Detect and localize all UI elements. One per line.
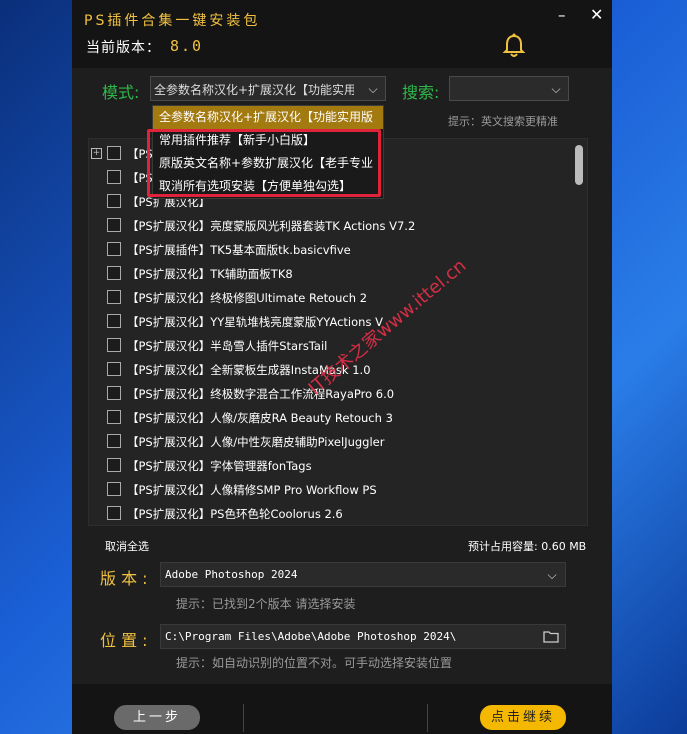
space-estimate: 预计占用容量: 0.60 MB — [468, 540, 587, 553]
checkbox[interactable] — [107, 458, 121, 472]
chevron-down-icon[interactable]: ⌵ — [543, 566, 561, 584]
folder-icon[interactable] — [543, 630, 559, 643]
divider — [243, 704, 244, 732]
checkbox[interactable] — [107, 218, 121, 232]
location-label: 位 置 : — [100, 631, 148, 650]
list-item-label: 【PS扩展插件】TK5基本面版tk.basicvfive — [127, 243, 351, 257]
list-item-label: 【PS扩展汉化】亮度蒙版风光利器套装TK Actions V7.2 — [127, 219, 416, 233]
search-input[interactable]: ⌵ — [449, 76, 569, 101]
edition-value: Adobe Photoshop 2024 — [165, 568, 298, 581]
search-label: 搜索: — [402, 83, 440, 102]
list-item[interactable]: 【PS扩展汉化】半岛雪人插件StarsTail — [89, 335, 569, 359]
list-item[interactable]: 【PS扩展汉化】全新蒙板生成器InstaMask 1.0 — [89, 359, 569, 383]
mode-option[interactable]: 常用插件推荐【新手小白版】 — [153, 129, 383, 152]
list-item-label: 【PS扩展汉化】全新蒙板生成器InstaMask 1.0 — [127, 363, 371, 377]
checkbox[interactable] — [107, 506, 121, 520]
location-value: C:\Program Files\Adobe\Adobe Photoshop 2… — [165, 630, 457, 643]
list-item-label: 【PS扩展汉化】字体管理器fonTags — [127, 459, 312, 473]
list-item-label: 【PS扩展汉化】终极数字混合工作流程RayaPro 6.0 — [127, 387, 395, 401]
list-item-label: 【PS扩展汉化】人像/灰磨皮RA Beauty Retouch 3 — [127, 411, 393, 425]
list-item[interactable]: 【PS扩展插件】TK5基本面版tk.basicvfive — [89, 239, 569, 263]
list-item-label: 【PS扩展汉化】终极修图Ultimate Retouch 2 — [127, 291, 368, 305]
mode-dropdown-menu[interactable]: 全参数名称汉化+扩展汉化【功能实用版 常用插件推荐【新手小白版】 原版英文名称+… — [152, 105, 384, 199]
edition-label: 版 本 : — [100, 569, 148, 588]
checkbox[interactable] — [107, 482, 121, 496]
checkbox[interactable] — [107, 314, 121, 328]
list-item-label: 【PS扩展汉化】TK辅助面板TK8 — [127, 267, 293, 281]
list-item[interactable]: 【PS扩展汉化】PS色环色轮Coolorus 2.6 — [89, 503, 569, 525]
chevron-down-icon[interactable]: ⌵ — [547, 80, 565, 98]
app-title: PS插件合集一键安装包 — [84, 13, 261, 29]
version-label: 当前版本： — [86, 40, 161, 56]
version-number: 8.0 — [170, 37, 204, 55]
divider — [427, 704, 428, 732]
close-button[interactable]: ✕ — [590, 5, 603, 24]
checkbox[interactable] — [107, 386, 121, 400]
checkbox[interactable] — [107, 362, 121, 376]
mode-select[interactable]: 全参数名称汉化+扩展汉化【功能实用版 ⌵ — [150, 76, 386, 101]
mode-option[interactable]: 全参数名称汉化+扩展汉化【功能实用版 — [153, 106, 383, 129]
list-item-label: 【PS扩展汉化】人像/中性灰磨皮辅助PixelJuggler — [127, 435, 385, 449]
installer-window: PS插件合集一键安装包 当前版本： 8.0 – ✕ 模式: 全参数名称汉化+扩展… — [72, 0, 612, 734]
checkbox[interactable] — [107, 290, 121, 304]
bell-icon[interactable] — [502, 33, 526, 59]
checkbox[interactable] — [107, 266, 121, 280]
checkbox[interactable] — [107, 434, 121, 448]
continue-button[interactable]: 点击继续 — [480, 705, 566, 730]
expand-icon[interactable]: + — [91, 148, 102, 159]
search-hint: 提示：英文搜索更精准 — [448, 115, 558, 128]
scrollbar-thumb[interactable] — [575, 145, 583, 185]
list-item[interactable]: 【PS扩展汉化】人像精修SMP Pro Workflow PS — [89, 479, 569, 503]
list-item-label: 【PS扩展汉化】半岛雪人插件StarsTail — [127, 339, 328, 353]
list-item[interactable]: 【PS扩展汉化】终极数字混合工作流程RayaPro 6.0 — [89, 383, 569, 407]
list-item[interactable]: 【PS扩展汉化】亮度蒙版风光利器套装TK Actions V7.2 — [89, 215, 569, 239]
list-item[interactable]: 【PS扩展汉化】TK辅助面板TK8 — [89, 263, 569, 287]
checkbox[interactable] — [107, 146, 121, 160]
mode-selected-value: 全参数名称汉化+扩展汉化【功能实用版 — [154, 83, 354, 97]
list-item-label: 【PS扩展汉化】人像精修SMP Pro Workflow PS — [127, 483, 377, 497]
list-item[interactable]: 【PS扩展汉化】YY星轨堆栈亮度蒙版YYActions V — [89, 311, 569, 335]
location-input[interactable]: C:\Program Files\Adobe\Adobe Photoshop 2… — [160, 624, 566, 649]
edition-select[interactable]: Adobe Photoshop 2024 ⌵ — [160, 562, 566, 587]
deselect-all-button[interactable]: 取消全选 — [105, 538, 149, 554]
list-item[interactable]: 【PS扩展汉化】人像/灰磨皮RA Beauty Retouch 3 — [89, 407, 569, 431]
edition-hint: 提示：已找到2个版本 请选择安装 — [176, 597, 356, 611]
list-item-label: 【PS扩展汉化】PS色环色轮Coolorus 2.6 — [127, 507, 343, 521]
chevron-down-icon[interactable]: ⌵ — [364, 80, 382, 98]
checkbox[interactable] — [107, 170, 121, 184]
footer-bar: 上一步 点击继续 — [72, 684, 612, 734]
checkbox[interactable] — [107, 242, 121, 256]
minimize-button[interactable]: – — [558, 6, 566, 24]
mode-label: 模式: — [102, 83, 140, 102]
checkbox[interactable] — [107, 338, 121, 352]
list-item-label: 【PS扩展汉化】YY星轨堆栈亮度蒙版YYActions V — [127, 315, 383, 329]
checkbox[interactable] — [107, 410, 121, 424]
mode-option[interactable]: 取消所有选项安装【方便单独勾选】 — [153, 175, 383, 198]
list-item[interactable]: 【PS扩展汉化】人像/中性灰磨皮辅助PixelJuggler — [89, 431, 569, 455]
checkbox[interactable] — [107, 194, 121, 208]
list-item[interactable]: 【PS扩展汉化】字体管理器fonTags — [89, 455, 569, 479]
location-hint: 提示：如自动识别的位置不对。可手动选择安装位置 — [176, 656, 453, 670]
title-bar: PS插件合集一键安装包 当前版本： 8.0 – ✕ — [72, 0, 612, 68]
list-item[interactable]: 【PS扩展汉化】终极修图Ultimate Retouch 2 — [89, 287, 569, 311]
back-button[interactable]: 上一步 — [114, 705, 200, 730]
mode-option[interactable]: 原版英文名称+参数扩展汉化【老手专业 — [153, 152, 383, 175]
